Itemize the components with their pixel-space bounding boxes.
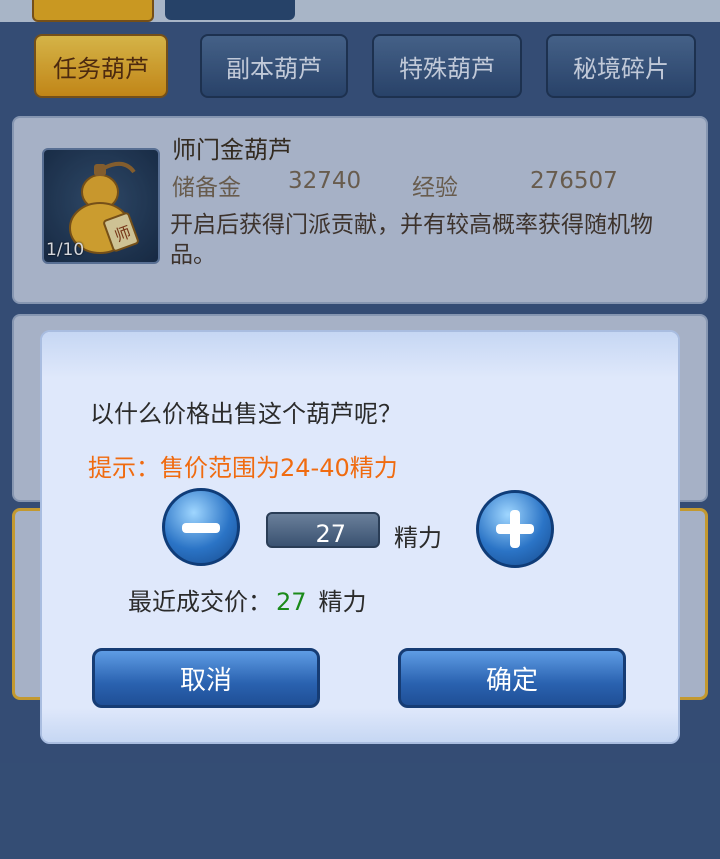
confirm-button[interactable]: 确定 [398,648,626,708]
dialog-header-decoration [42,332,678,378]
dialog-question: 以什么价格出售这个葫芦呢？ [90,400,402,428]
dialog-footer-decoration [42,708,678,742]
sell-price-dialog: 以什么价格出售这个葫芦呢？ 提示：售价范围为24-40精力 27 精力 最近成交… [40,330,680,744]
price-unit-label: 精力 [394,524,442,552]
price-range-hint: 提示：售价范围为24-40精力 [88,454,398,482]
increase-price-button[interactable] [476,490,554,568]
recent-trade-price: 最近成交价： 27 精力 [128,582,367,617]
recent-price-unit: 精力 [318,588,367,616]
recent-price-label: 最近成交价： [128,588,272,616]
recent-price-value: 27 [276,588,307,616]
minus-icon [182,523,220,533]
price-value-field[interactable]: 27 [266,512,380,548]
decrease-price-button[interactable] [162,488,240,566]
cancel-button[interactable]: 取消 [92,648,320,708]
